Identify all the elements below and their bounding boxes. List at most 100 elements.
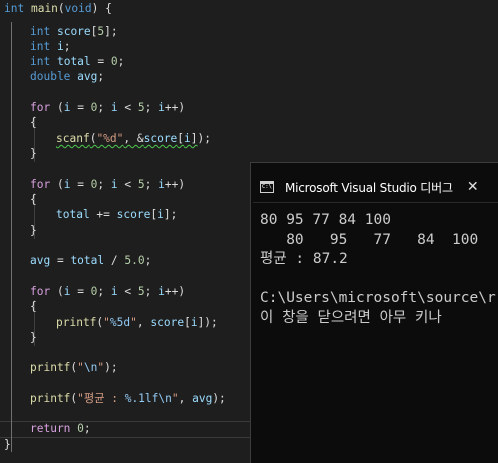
code-token: ; — [63, 40, 71, 53]
code-token: , — [178, 392, 193, 405]
console-line: 80 95 77 84 100 — [260, 212, 391, 228]
console-line: 평균 : 87.2 — [260, 251, 348, 267]
code-line: for (i = 0; i < 5; i++) — [30, 177, 185, 192]
code-line: double avg; — [30, 69, 104, 84]
code-token: avg — [192, 392, 213, 405]
code-token: avg — [30, 254, 51, 267]
code-token: double — [30, 70, 71, 83]
code-token: printf — [56, 316, 97, 329]
code-token: void — [64, 2, 92, 15]
code-token: score — [143, 132, 178, 145]
code-token: i — [110, 101, 118, 114]
close-icon[interactable]: ✕ — [467, 179, 479, 195]
code-token: i — [184, 132, 191, 145]
code-token: , — [136, 316, 151, 329]
code-token: i — [157, 208, 164, 221]
code-token: ( — [50, 285, 64, 298]
code-token: ; — [117, 55, 125, 68]
code-line: int main(void) { — [4, 1, 112, 16]
code-token: ); — [104, 361, 118, 374]
code-line: } — [30, 146, 37, 161]
code-token: printf — [30, 392, 71, 405]
code-token: , & — [123, 132, 144, 145]
console-tab-title: Microsoft Visual Studio 디버그 — [285, 180, 453, 195]
code-token: ]; — [104, 25, 118, 38]
code-token: i — [190, 316, 198, 329]
code-token: %.1lf\n — [124, 392, 172, 405]
indent-guide-line — [11, 22, 12, 452]
code-token: "평균 : — [77, 392, 125, 405]
code-token: ] — [190, 132, 198, 145]
console-icon-label: C:\ — [262, 184, 272, 190]
code-token: [ — [184, 316, 191, 329]
code-line: printf("%5d", score[i]); — [56, 315, 218, 330]
code-token: } — [30, 331, 37, 344]
code-token: ( — [50, 101, 64, 114]
code-token: i — [56, 40, 64, 53]
code-line: avg = total / 5.0; — [30, 253, 151, 268]
code-token: \n — [83, 361, 98, 374]
code-line: printf("\n"); — [30, 360, 118, 375]
code-token: = — [70, 285, 91, 298]
console-line: 80 95 77 84 100 — [260, 231, 479, 248]
code-token: ]; — [163, 208, 178, 221]
code-token: i — [158, 285, 165, 298]
code-token: ) { — [91, 2, 112, 15]
console-tab[interactable]: C:\ Microsoft Visual Studio 디버그 ✕ — [260, 173, 498, 201]
console-line: C:\Users\microsoft\source\r — [260, 290, 496, 306]
code-token: i — [110, 178, 118, 191]
code-line: return 0; — [30, 421, 91, 436]
console-app-icon: C:\ — [260, 181, 274, 193]
code-token: return — [30, 422, 71, 435]
code-token: { — [30, 116, 37, 129]
code-token: i — [158, 178, 165, 191]
code-token: for — [30, 178, 51, 191]
code-token: ( — [57, 2, 65, 15]
tab-divider — [253, 202, 498, 203]
code-token: int — [30, 55, 51, 68]
code-token: 5 — [137, 178, 145, 191]
code-token: int — [30, 40, 51, 53]
code-token: score — [150, 316, 185, 329]
code-line: total += score[i]; — [56, 207, 177, 222]
code-token: < — [117, 178, 138, 191]
code-token: ++) — [164, 101, 186, 114]
code-token: for — [30, 101, 51, 114]
code-token: total — [56, 55, 91, 68]
code-token: += — [89, 208, 117, 221]
code-line: for (i = 0; i < 5; i++) — [30, 100, 185, 115]
code-token: " — [130, 316, 137, 329]
code-line: } — [4, 437, 11, 452]
code-token: ; — [83, 422, 91, 435]
code-token: ++) — [164, 285, 186, 298]
code-line: { — [30, 192, 37, 207]
code-token: ; — [97, 178, 111, 191]
code-line: for (i = 0; i < 5; i++) — [30, 284, 185, 299]
code-token: = — [70, 178, 91, 191]
code-token: score — [116, 208, 151, 221]
code-token: / — [104, 254, 125, 267]
code-token: avg — [77, 70, 98, 83]
code-line: int score[5]; — [30, 24, 118, 39]
code-line: { — [30, 299, 37, 314]
code-token: ; — [144, 178, 159, 191]
code-token: " — [77, 361, 84, 374]
code-token: { — [30, 193, 37, 206]
code-token: total — [56, 208, 90, 221]
code-token: printf — [30, 361, 71, 374]
code-line: } — [30, 330, 37, 345]
code-token: ; — [144, 101, 159, 114]
code-token: main — [30, 2, 58, 15]
code-line: int total = 0; — [30, 54, 124, 69]
code-token: = — [50, 254, 71, 267]
code-token: ; — [144, 254, 152, 267]
code-token: ++) — [164, 178, 186, 191]
code-token: } — [30, 147, 37, 160]
console-window[interactable]: C:\ Microsoft Visual Studio 디버그 ✕ 80 95 … — [250, 162, 498, 463]
code-token: ; — [144, 285, 159, 298]
code-token: int — [30, 25, 51, 38]
code-token: %5d — [109, 316, 131, 329]
code-token: 5 — [137, 285, 145, 298]
